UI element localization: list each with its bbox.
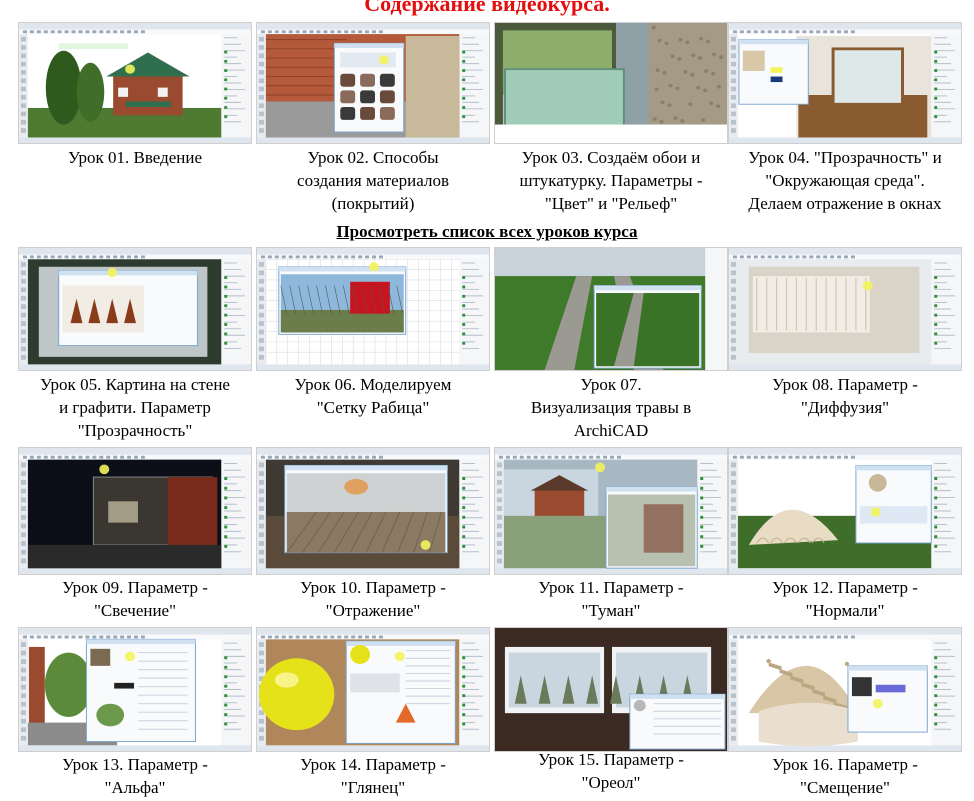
lesson-caption-line: "Диффузия" xyxy=(800,398,890,417)
lesson-thumbnail-06[interactable] xyxy=(256,247,490,371)
lesson-caption-01[interactable]: Урок 01. Введение xyxy=(12,146,258,169)
lesson-caption-line: Урок 16. Параметр - xyxy=(772,755,918,774)
lesson-thumbnail-07[interactable] xyxy=(494,247,728,371)
lesson-caption-line: "Свечение" xyxy=(93,601,177,620)
screenshot-image xyxy=(495,248,727,370)
lesson-thumbnail-04[interactable] xyxy=(728,22,962,144)
screenshot-image xyxy=(257,23,489,143)
lesson-caption-08[interactable]: Урок 08. Параметр - "Диффузия" xyxy=(722,373,968,419)
lesson-caption-line: Урок 11. Параметр - xyxy=(538,578,684,597)
lesson-caption-line: "Нормали" xyxy=(805,601,885,620)
lesson-caption-line: Урок 14. Параметр - xyxy=(300,755,446,774)
screenshot-image xyxy=(19,248,251,370)
lesson-caption-05[interactable]: Урок 05. Картина на стене и графити. Пара… xyxy=(12,373,258,442)
lesson-thumbnail-01[interactable] xyxy=(18,22,252,144)
lesson-caption-15[interactable]: Урок 15. Параметр - "Ореол" xyxy=(488,748,734,794)
lesson-caption-11[interactable]: Урок 11. Параметр - "Туман" xyxy=(488,576,734,622)
lesson-caption-line: "Глянец" xyxy=(340,778,406,797)
screenshot-image xyxy=(257,628,489,751)
lesson-caption-line: Урок 02. Способы xyxy=(307,148,439,167)
lesson-caption-16[interactable]: Урок 16. Параметр - "Смещение" xyxy=(722,753,968,799)
lesson-caption-02[interactable]: Урок 02. Способы создания материалов (покр… xyxy=(250,146,496,215)
lesson-caption-line: Урок 04. "Прозрачность" и xyxy=(748,148,942,167)
lesson-caption-line: "Окружающая среда". xyxy=(765,171,925,190)
lesson-thumbnail-15[interactable] xyxy=(494,627,728,752)
lesson-thumbnail-12[interactable] xyxy=(728,447,962,575)
lesson-caption-09[interactable]: Урок 09. Параметр - "Свечение" xyxy=(12,576,258,622)
lesson-caption-line: "Цвет" и "Рельеф" xyxy=(544,194,678,213)
screenshot-image xyxy=(729,628,961,751)
lesson-thumbnail-13[interactable] xyxy=(18,627,252,752)
screenshot-image xyxy=(729,23,961,143)
lesson-caption-12[interactable]: Урок 12. Параметр - "Нормали" xyxy=(722,576,968,622)
lesson-caption-line: Урок 12. Параметр - xyxy=(772,578,918,597)
lesson-caption-14[interactable]: Урок 14. Параметр - "Глянец" xyxy=(250,753,496,799)
lesson-caption-line: "Отражение" xyxy=(325,601,421,620)
lesson-caption-line: и графити. Параметр xyxy=(59,398,211,417)
lesson-thumbnail-11[interactable] xyxy=(494,447,728,575)
lesson-caption-line: Визуализация травы в xyxy=(530,398,692,417)
screenshot-image xyxy=(495,628,727,751)
lesson-caption-04[interactable]: Урок 04. "Прозрачность" и "Окружающая сре… xyxy=(722,146,968,215)
screenshot-image xyxy=(257,248,489,370)
lesson-thumbnail-02[interactable] xyxy=(256,22,490,144)
lesson-caption-line: Урок 03. Создаём обои и xyxy=(521,148,701,167)
lesson-caption-line: Урок 01. Введение xyxy=(67,148,203,167)
lesson-thumbnail-05[interactable] xyxy=(18,247,252,371)
screenshot-image xyxy=(495,23,727,143)
lesson-caption-07[interactable]: Урок 07. Визуализация травы в ArchiCAD xyxy=(488,373,734,442)
screenshot-image xyxy=(729,248,961,370)
lesson-thumbnail-08[interactable] xyxy=(728,247,962,371)
lesson-caption-line: "Прозрачность" xyxy=(77,421,193,440)
lesson-caption-line: ArchiCAD xyxy=(573,421,649,440)
lesson-caption-line: "Туман" xyxy=(581,601,641,620)
page-title: Содержание видеокурса. xyxy=(364,0,610,16)
lesson-thumbnail-10[interactable] xyxy=(256,447,490,575)
lesson-caption-line: Урок 15. Параметр - xyxy=(538,750,684,769)
screenshot-image xyxy=(19,628,251,751)
lesson-caption-line: Урок 10. Параметр - xyxy=(300,578,446,597)
lesson-caption-line: штукатурку. Параметры - xyxy=(519,171,703,190)
lesson-caption-line: "Смещение" xyxy=(800,778,890,797)
lesson-caption-06[interactable]: Урок 06. Моделируем "Сетку Рабица" xyxy=(250,373,496,419)
lesson-caption-line: Урок 13. Параметр - xyxy=(62,755,208,774)
lesson-thumbnail-14[interactable] xyxy=(256,627,490,752)
screenshot-image xyxy=(19,23,251,143)
lesson-caption-10[interactable]: Урок 10. Параметр - "Отражение" xyxy=(250,576,496,622)
lesson-caption-line: Урок 07. xyxy=(580,375,642,394)
lesson-thumbnail-16[interactable] xyxy=(728,627,962,752)
lesson-caption-13[interactable]: Урок 13. Параметр - "Альфа" xyxy=(12,753,258,799)
lesson-caption-line: Урок 09. Параметр - xyxy=(62,578,208,597)
lesson-thumbnail-09[interactable] xyxy=(18,447,252,575)
lesson-caption-line: Урок 06. Моделируем xyxy=(294,375,452,394)
lesson-caption-line: создания материалов xyxy=(297,171,449,190)
all-lessons-link[interactable]: Просмотреть список всех уроков курса xyxy=(0,222,974,242)
lesson-caption-line: Урок 08. Параметр - xyxy=(772,375,918,394)
lesson-caption-line: (покрытий) xyxy=(331,194,415,213)
lesson-caption-line: "Сетку Рабица" xyxy=(316,398,430,417)
screenshot-image xyxy=(19,448,251,574)
lesson-caption-line: Делаем отражение в окнах xyxy=(748,194,942,213)
screenshot-image xyxy=(257,448,489,574)
lesson-caption-line: "Альфа" xyxy=(104,778,166,797)
lesson-caption-line: Урок 05. Картина на стене xyxy=(40,375,230,394)
lesson-thumbnail-03[interactable] xyxy=(494,22,728,144)
lesson-caption-line: "Ореол" xyxy=(581,773,641,792)
lesson-caption-03[interactable]: Урок 03. Создаём обои и штукатурку. Парам… xyxy=(488,146,734,215)
screenshot-image xyxy=(495,448,727,574)
screenshot-image xyxy=(729,448,961,574)
